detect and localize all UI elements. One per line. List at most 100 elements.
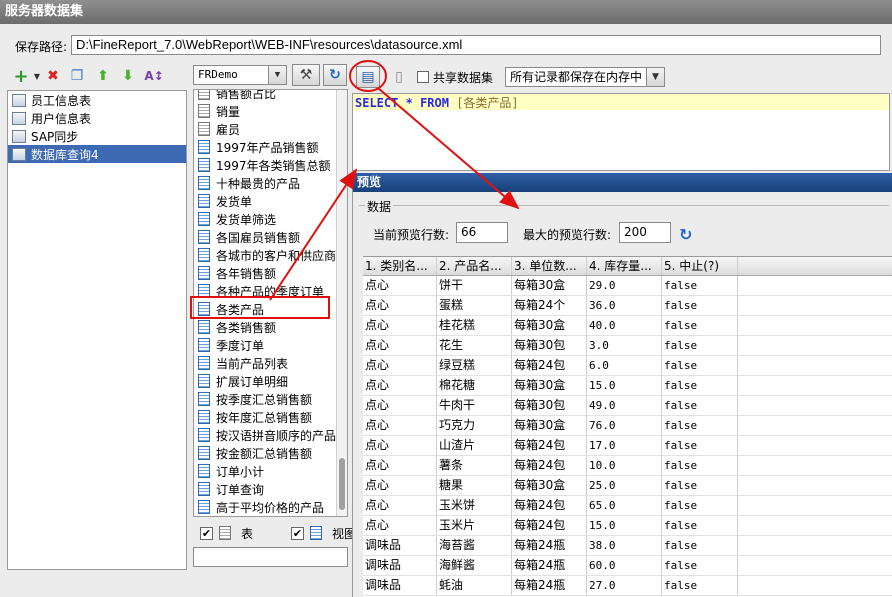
column-header[interactable]: 5. 中止(?) [662, 257, 738, 275]
table-cell: 蛋糕 [437, 296, 512, 315]
path-field[interactable]: D:\FineReport_7.0\WebReport\WEB-INF\reso… [71, 35, 881, 55]
table-item[interactable]: 销售额占比 [194, 90, 337, 102]
view-icon [198, 410, 210, 424]
table-cell: 点心 [363, 296, 437, 315]
column-header[interactable]: 3. 单位数... [512, 257, 587, 275]
dataset-item[interactable]: 数据库查询4 [8, 145, 186, 163]
table-cell: 每箱30盒 [512, 416, 587, 435]
table-item[interactable]: 高于平均价格的产品 [194, 498, 337, 516]
current-rows-field[interactable]: 66 [456, 222, 508, 243]
current-rows-label: 当前预览行数: [373, 228, 450, 242]
table-cell: 海鲜酱 [437, 556, 512, 575]
table-item[interactable]: 各年销售额 [194, 264, 337, 282]
table-item[interactable]: 季度订单 [194, 336, 337, 354]
table-item-label: 按年度汇总销售额 [216, 410, 313, 425]
view-icon [198, 320, 210, 334]
table-item[interactable]: 按金额汇总销售额 [194, 444, 337, 462]
table-item[interactable]: 各种产品的季度订单 [194, 282, 337, 300]
table-item[interactable]: 各国雇员销售额 [194, 228, 337, 246]
view-icon [198, 392, 210, 406]
table-cell: 每箱24包 [512, 356, 587, 375]
connection-select[interactable]: FRDemo ▼ [193, 65, 287, 85]
scrollbar-thumb[interactable] [339, 458, 345, 510]
table-cell: 76.0 [587, 416, 662, 435]
table-row: 点心 巧克力 每箱30盒 76.0 false [363, 416, 892, 436]
refresh-icon[interactable]: ↻ [323, 64, 347, 86]
table-item[interactable]: 按季度汇总销售额 [194, 390, 337, 408]
table-icon [198, 90, 210, 100]
column-header[interactable]: 2. 产品名... [437, 257, 512, 275]
table-item[interactable]: 各城市的客户和供应商 [194, 246, 337, 264]
preview-icon[interactable]: ▤ [356, 66, 380, 88]
refresh-preview-icon[interactable]: ↻ [679, 225, 692, 244]
share-checkbox[interactable] [417, 71, 429, 83]
table-item-label: 十种最贵的产品 [216, 176, 301, 191]
table-item[interactable]: 发货单 [194, 192, 337, 210]
table-cell: false [662, 436, 738, 455]
table-cell: 每箱24个 [512, 296, 587, 315]
table-cell: 每箱24包 [512, 496, 587, 515]
delete-icon[interactable]: ✖ [44, 67, 62, 85]
table-cell: 60.0 [587, 556, 662, 575]
table-item-label: 各类销售额 [216, 320, 277, 335]
table-cell: 每箱24瓶 [512, 536, 587, 555]
dataset-icon [12, 129, 26, 143]
dataset-label: 数据库查询4 [31, 147, 99, 162]
table-cell: false [662, 456, 738, 475]
table-item[interactable]: 按汉语拼音顺序的产品: [194, 426, 337, 444]
table-item[interactable]: 1997年产品销售额 [194, 138, 337, 156]
table-cell: 点心 [363, 476, 437, 495]
dataset-label: 用户信息表 [31, 111, 92, 126]
table-list-scrollbar[interactable] [336, 90, 347, 516]
dataset-item[interactable]: 用户信息表 [8, 109, 186, 127]
table-row: 点心 花生 每箱30包 3.0 false [363, 336, 892, 356]
move-down-icon[interactable]: ⬇ [119, 67, 137, 85]
table-item[interactable]: 雇员 [194, 120, 337, 138]
table-cell: 点心 [363, 316, 437, 335]
table-item[interactable]: 各类产品 [194, 300, 337, 318]
table-filter-checkbox[interactable]: ✔ [200, 526, 213, 540]
parameter-icon[interactable]: ▯ [390, 68, 408, 86]
table-search-input[interactable] [193, 547, 348, 567]
max-rows-field[interactable]: 200 [619, 222, 671, 243]
sql-editor[interactable]: SELECT * FROM [各类产品] [352, 93, 890, 171]
view-icon [198, 230, 210, 244]
table-cell: false [662, 376, 738, 395]
dataset-item[interactable]: 员工信息表 [8, 91, 186, 109]
move-up-icon[interactable]: ⬆ [94, 67, 112, 85]
column-header[interactable]: 4. 库存量... [587, 257, 662, 275]
column-header[interactable]: 1. 类别名... [363, 257, 437, 275]
table-item[interactable]: 订单小计 [194, 462, 337, 480]
table-item-label: 按汉语拼音顺序的产品: [216, 428, 337, 443]
share-label: 共享数据集 [433, 71, 494, 85]
table-cell: 每箱30盒 [512, 276, 587, 295]
storage-select[interactable]: 所有记录都保存在内存中 ▼ [505, 67, 665, 87]
table-item[interactable]: 十种最贵的产品 [194, 174, 337, 192]
sort-icon[interactable]: A↕ [144, 67, 163, 85]
table-item[interactable]: 销量 [194, 102, 337, 120]
view-filter-checkbox[interactable]: ✔ [291, 526, 305, 540]
connection-settings-icon[interactable]: ⚒ [292, 64, 320, 86]
path-row: 保存路径: D:\FineReport_7.0\WebReport\WEB-IN… [15, 35, 881, 56]
table-cell: false [662, 336, 738, 355]
table-row: 点心 山渣片 每箱24包 17.0 false [363, 436, 892, 456]
table-item[interactable]: 按年度汇总销售额 [194, 408, 337, 426]
table-item[interactable]: 订单查询 [194, 480, 337, 498]
table-item[interactable]: 发货单筛选 [194, 210, 337, 228]
table-item[interactable]: 当前产品列表 [194, 354, 337, 372]
table-cell: false [662, 356, 738, 375]
copy-icon[interactable]: ❐ [68, 67, 86, 85]
table-item[interactable]: 扩展订单明细 [194, 372, 337, 390]
table-cell: 27.0 [587, 576, 662, 595]
dataset-item[interactable]: SAP同步 [8, 127, 186, 145]
table-cell: 每箱30包 [512, 396, 587, 415]
table-item[interactable]: 各类销售额 [194, 318, 337, 336]
view-icon [198, 176, 210, 190]
preview-panel: 预览 数据 当前预览行数: 66 最大的预览行数: 200 ↻ 1. 类别名..… [352, 173, 892, 597]
table-filter-label: 表 [241, 526, 254, 541]
table-cell: 调味品 [363, 576, 437, 595]
view-icon [198, 140, 210, 154]
max-rows-label: 最大的预览行数: [523, 228, 612, 242]
table-cell: 点心 [363, 516, 437, 535]
table-item[interactable]: 1997年各类销售总额 [194, 156, 337, 174]
